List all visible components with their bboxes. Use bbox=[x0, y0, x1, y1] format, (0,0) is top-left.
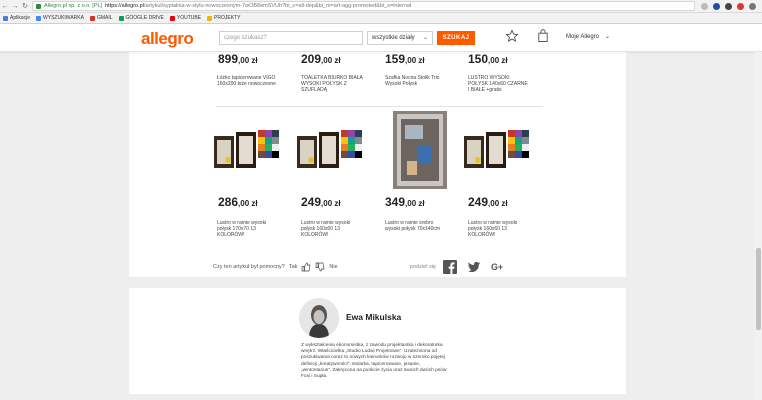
google-icon bbox=[36, 15, 42, 21]
bookmark-projects[interactable]: PROJEKTY bbox=[207, 15, 240, 21]
address-bar[interactable]: Allegro.pl sp. z o.o. [PL] https://alleg… bbox=[32, 1, 695, 11]
product-title[interactable]: Szafka Nocna Stolik Trio Wysoki Połysk bbox=[385, 75, 447, 87]
product-price: 349,00 zł bbox=[385, 195, 425, 209]
article-feedback: Czy ten artykuł był pomocny? Tak Nie bbox=[213, 262, 338, 272]
thumbs-up-icon[interactable] bbox=[301, 262, 311, 272]
bookmark-star-icon[interactable] bbox=[701, 2, 708, 10]
product-image-mirror-set[interactable] bbox=[214, 130, 279, 170]
facebook-icon[interactable] bbox=[443, 260, 457, 274]
reload-icon[interactable]: ↻ bbox=[20, 1, 30, 12]
chevron-down-icon: ⌄ bbox=[422, 35, 428, 41]
svg-text:G+: G+ bbox=[491, 262, 503, 272]
extension-icon[interactable] bbox=[713, 2, 720, 10]
feedback-yes-label[interactable]: Tak bbox=[289, 264, 298, 270]
google-plus-icon[interactable]: G+ bbox=[491, 260, 505, 274]
url-path: /artykul/sypialnia-w-stylu-nowoczesnym-7… bbox=[143, 3, 412, 9]
apps-icon bbox=[3, 15, 8, 21]
url-host: https://allegro.pl bbox=[105, 3, 144, 9]
extension-icon[interactable] bbox=[725, 2, 732, 10]
account-label: Moje Allegro bbox=[566, 34, 600, 40]
forward-icon[interactable]: → bbox=[10, 1, 20, 12]
menu-icon[interactable] bbox=[749, 2, 756, 10]
author-bio: Z wykształcenia ekonomistka, z zawodu pr… bbox=[301, 343, 448, 380]
product-title[interactable]: Łóżko tapicerowane VIGO 160x200 łoże now… bbox=[217, 75, 279, 87]
bookmark-drive[interactable]: GOOGLE DRIVE bbox=[118, 15, 164, 21]
category-value: wszystkie działy bbox=[372, 35, 415, 41]
site-header: allegro czego szukasz? wszystkie działy … bbox=[0, 24, 762, 52]
account-menu[interactable]: Moje Allegro ⌄ bbox=[566, 33, 610, 40]
share-label: podziel się bbox=[410, 264, 436, 270]
category-dropdown[interactable]: wszystkie działy ⌄ bbox=[367, 31, 433, 45]
drive-icon bbox=[118, 15, 124, 21]
back-icon[interactable]: ← bbox=[0, 1, 10, 12]
bookmark-apps[interactable]: Aplikacje bbox=[3, 15, 30, 21]
feedback-question: Czy ten artykuł był pomocny? bbox=[213, 264, 285, 270]
product-price: 899,00 zł bbox=[218, 52, 258, 66]
author-avatar bbox=[299, 298, 339, 338]
product-price: 159,00 zł bbox=[385, 52, 425, 66]
product-title[interactable]: Lustro w ramie wysoki połysk 160x60 13 K… bbox=[301, 220, 363, 239]
folder-icon bbox=[207, 15, 213, 21]
bookmark-gmail[interactable]: GMAIL bbox=[89, 15, 113, 21]
secure-label: Allegro.pl sp. z o.o. [PL] bbox=[44, 3, 103, 9]
search-input[interactable]: czego szukasz? bbox=[219, 31, 363, 45]
product-title[interactable]: Lustro w ramie wysoki połysk 160x60 13 K… bbox=[468, 220, 530, 239]
product-title[interactable]: Lustro w ramie srebro wysoki połysk 70x1… bbox=[385, 220, 447, 232]
product-price: 249,00 zł bbox=[468, 195, 508, 209]
bookmark-search[interactable]: WYSZUKIWARKA bbox=[36, 15, 84, 21]
product-title[interactable]: Lustro w ramie wysoki połysk 170x70 13 K… bbox=[217, 220, 279, 239]
scrollbar[interactable] bbox=[755, 52, 762, 400]
extension-icon[interactable] bbox=[737, 2, 744, 10]
product-image-mirror-set[interactable] bbox=[297, 130, 362, 170]
extension-icons bbox=[701, 2, 756, 10]
youtube-icon bbox=[169, 15, 175, 21]
product-title[interactable]: LUSTRO WYSOKI POŁYSK 140x60 CZARNE I BIA… bbox=[468, 75, 530, 94]
product-title[interactable]: TOALETKA BIURKO BIAŁA WYSOKI POŁYSK Z SZ… bbox=[301, 75, 363, 94]
lock-icon bbox=[36, 3, 41, 9]
twitter-icon[interactable] bbox=[467, 260, 481, 274]
bookmark-youtube[interactable]: YOUTUBE bbox=[169, 15, 201, 21]
scrollbar-thumb[interactable] bbox=[756, 248, 761, 330]
cart-icon[interactable] bbox=[537, 29, 549, 43]
author-card: Ewa Mikulska Z wykształcenia ekonomistka… bbox=[129, 288, 626, 394]
bookmarks-bar: Aplikacje WYSZUKIWARKA GMAIL GOOGLE DRIV… bbox=[0, 13, 762, 24]
browser-toolbar: ← → ↻ Allegro.pl sp. z o.o. [PL] https:/… bbox=[0, 0, 762, 13]
product-price: 209,00 zł bbox=[301, 52, 341, 66]
gmail-icon bbox=[89, 15, 95, 21]
author-name[interactable]: Ewa Mikulska bbox=[346, 312, 401, 322]
chevron-down-icon: ⌄ bbox=[605, 34, 611, 40]
feedback-no-label[interactable]: Nie bbox=[329, 264, 337, 270]
product-image-silver-mirror[interactable] bbox=[393, 111, 447, 189]
search-button[interactable]: SZUKAJ bbox=[437, 31, 475, 45]
related-products-card: 899,00 zł 209,00 zł 159,00 zł 150,00 zł … bbox=[129, 44, 626, 277]
allegro-logo[interactable]: allegro bbox=[141, 29, 194, 49]
divider bbox=[216, 106, 543, 107]
product-price: 249,00 zł bbox=[301, 195, 341, 209]
share-bar: podziel się G+ bbox=[410, 260, 515, 274]
thumbs-down-icon[interactable] bbox=[315, 262, 325, 272]
product-price: 286,00 zł bbox=[218, 195, 258, 209]
product-image-mirror-set[interactable] bbox=[464, 130, 529, 170]
product-price: 150,00 zł bbox=[468, 52, 508, 66]
star-icon[interactable] bbox=[505, 29, 519, 43]
